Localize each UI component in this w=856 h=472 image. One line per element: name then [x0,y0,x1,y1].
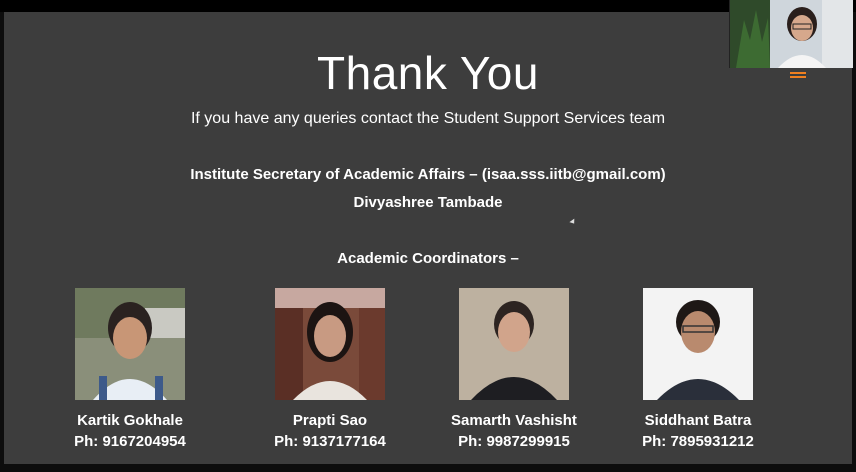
screen-frame: Thank You If you have any queries contac… [0,0,856,472]
coordinators-heading: Academic Coordinators – [337,250,519,267]
cursor-icon [569,218,577,226]
coordinator-photo [75,288,185,400]
participant-video-icon [730,0,853,68]
coordinator-name: Siddhant Batra [644,412,752,429]
coordinator-card: Samarth Vashisht Ph: 9987299915 [414,288,614,450]
presentation-slide: Thank You If you have any queries contac… [4,12,852,464]
secretary-line: Institute Secretary of Academic Affairs … [190,166,666,183]
slide-title: Thank You [317,47,539,99]
top-bar [0,0,856,12]
active-speaker-indicator [790,72,806,74]
person-photo-icon [75,288,185,400]
coordinator-name: Samarth Vashisht [451,412,577,429]
person-photo-icon [275,288,385,400]
coordinator-card: Prapti Sao Ph: 9137177164 [230,288,430,450]
coordinator-card: Kartik Gokhale Ph: 9167204954 [30,288,230,450]
coordinator-photo [275,288,385,400]
webcam-thumbnail[interactable] [729,0,853,68]
coordinator-phone: Ph: 7895931212 [642,433,754,450]
coordinator-card: Siddhant Batra Ph: 7895931212 [598,288,798,450]
slide-subtitle: If you have any queries contact the Stud… [190,110,666,127]
coordinator-name: Kartik Gokhale [77,412,183,429]
coordinator-name: Prapti Sao [292,412,368,429]
secretary-name: Divyashree Tambade [353,194,503,211]
coordinator-photo [643,288,753,400]
active-speaker-indicator [790,76,806,78]
coordinator-phone: Ph: 9137177164 [274,433,386,450]
person-photo-icon [459,288,569,400]
coordinator-phone: Ph: 9167204954 [74,433,186,450]
coordinator-phone: Ph: 9987299915 [458,433,570,450]
coordinator-photo [459,288,569,400]
person-photo-icon [643,288,753,400]
